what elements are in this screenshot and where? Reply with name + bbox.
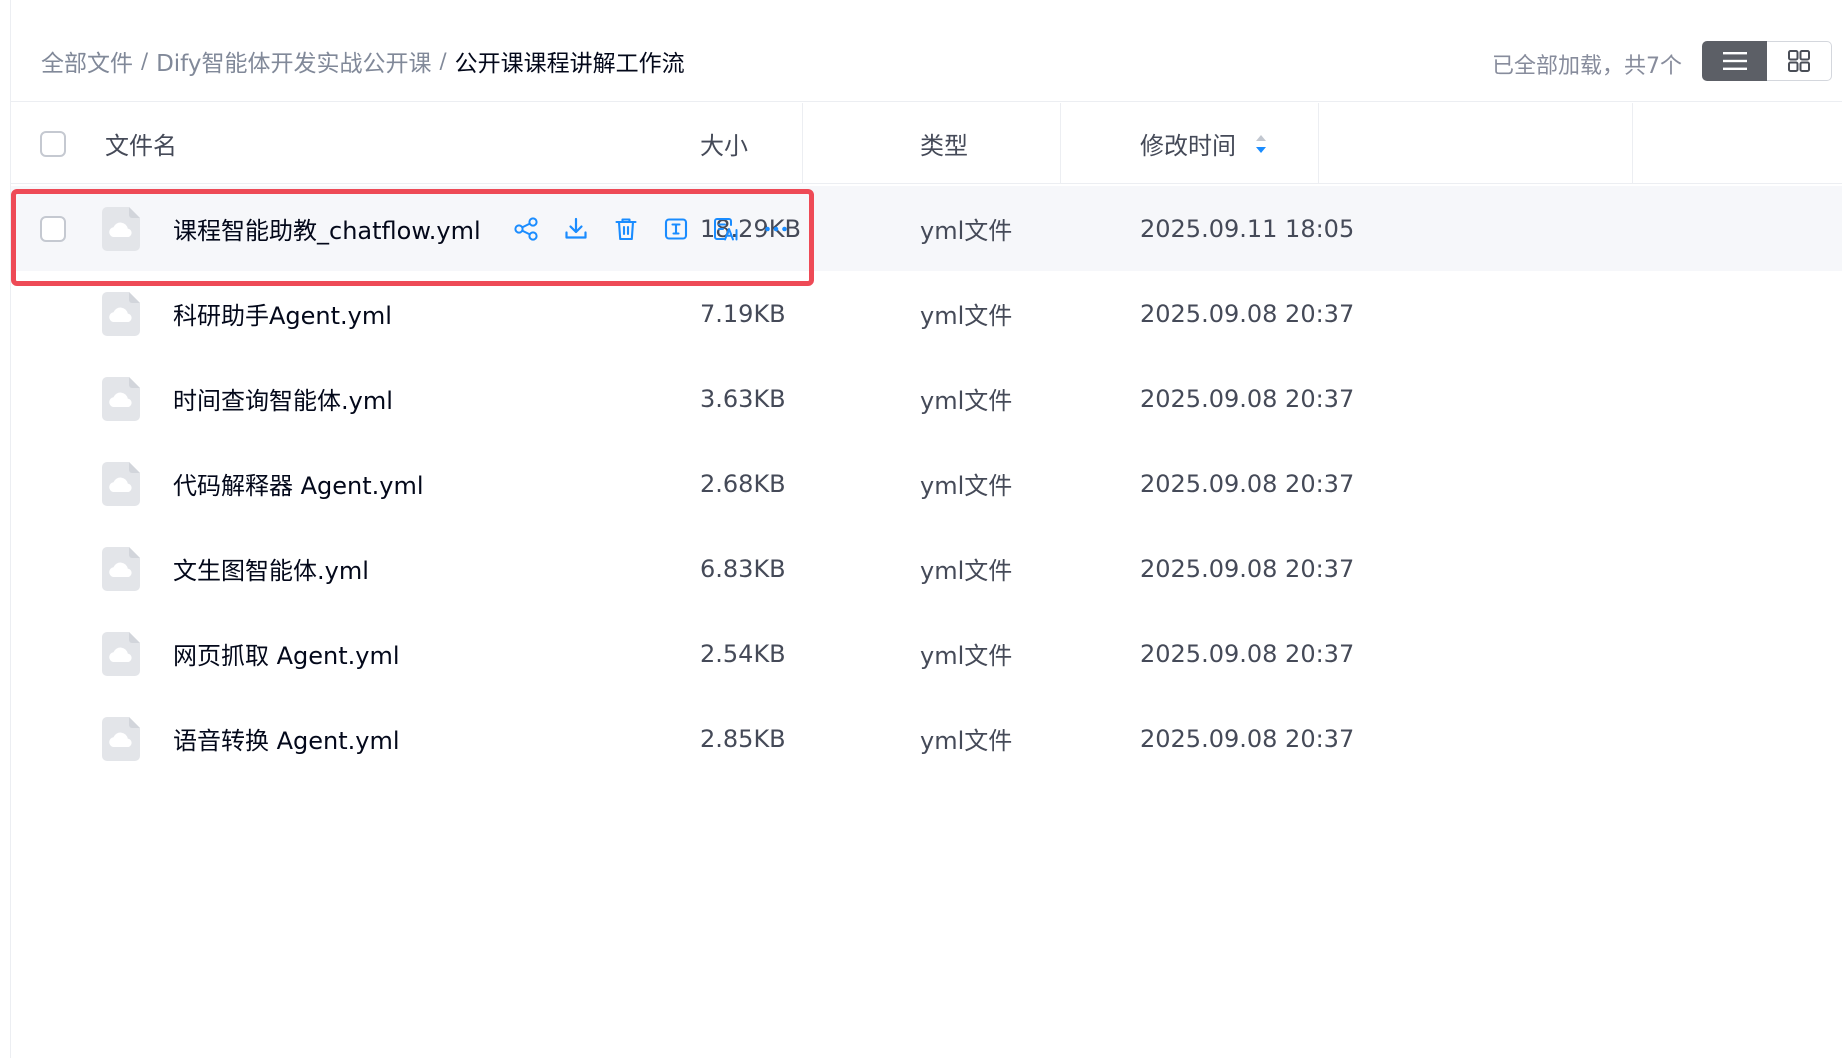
select-all-checkbox[interactable] <box>40 130 66 157</box>
file-size: 2.68KB <box>700 469 786 498</box>
file-name[interactable]: 语音转换 Agent.yml <box>173 696 400 781</box>
file-icon-cell <box>102 526 140 611</box>
file-modified: 2025.09.08 20:37 <box>1140 639 1355 668</box>
row-select-cell <box>40 186 66 271</box>
breadcrumb: 全部文件 / Dify智能体开发实战公开课 / 公开课课程讲解工作流 <box>41 44 685 78</box>
cloud-file-icon <box>102 376 140 421</box>
table-header: 文件名 大小 类型 修改时间 <box>11 103 1842 184</box>
column-divider <box>802 103 803 184</box>
file-icon-cell <box>102 696 140 781</box>
table-row[interactable]: 网页抓取 Agent.yml 2.54KB yml文件 2025.09.08 2… <box>11 611 1842 696</box>
file-size: 2.54KB <box>700 639 786 668</box>
row-select-cell <box>40 696 66 781</box>
file-manager: 全部文件 / Dify智能体开发实战公开课 / 公开课课程讲解工作流 已全部加载… <box>0 0 1842 1058</box>
file-type: yml文件 <box>920 472 1013 500</box>
breadcrumb-current: 公开课课程讲解工作流 <box>454 51 685 77</box>
rename-icon <box>664 217 688 240</box>
row-select-cell <box>40 356 66 441</box>
file-name[interactable]: 科研助手Agent.yml <box>173 271 392 356</box>
file-modified: 2025.09.08 20:37 <box>1140 469 1355 498</box>
grid-view-button[interactable] <box>1767 41 1832 81</box>
download-icon <box>565 217 587 239</box>
file-modified: 2025.09.08 20:37 <box>1140 724 1355 753</box>
ai-summary-button[interactable] <box>701 209 751 249</box>
file-icon-cell <box>102 441 140 526</box>
header-modified-label: 修改时间 <box>1140 132 1236 160</box>
more-icon <box>765 226 787 231</box>
table-row[interactable]: 语音转换 Agent.yml 2.85KB yml文件 2025.09.08 2… <box>11 696 1842 781</box>
ai-summary-icon <box>714 217 738 240</box>
file-type: yml文件 <box>920 557 1013 585</box>
cloud-file-icon <box>102 206 140 251</box>
breadcrumb-separator: / <box>141 49 149 73</box>
cloud-file-icon <box>102 716 140 761</box>
file-type: yml文件 <box>920 642 1013 670</box>
row-select-cell <box>40 271 66 356</box>
file-name[interactable]: 代码解释器 Agent.yml <box>173 441 424 526</box>
table-row[interactable]: 代码解释器 Agent.yml 2.68KB yml文件 2025.09.08 … <box>11 441 1842 526</box>
file-modified: 2025.09.08 20:37 <box>1140 554 1355 583</box>
share-icon <box>514 216 538 241</box>
file-modified: 2025.09.08 20:37 <box>1140 299 1355 328</box>
file-size: 7.19KB <box>700 299 786 328</box>
list-view-button[interactable] <box>1702 41 1767 81</box>
table-row[interactable]: 科研助手Agent.yml 7.19KB yml文件 2025.09.08 20… <box>11 271 1842 356</box>
share-button[interactable] <box>501 209 551 249</box>
file-modified: 2025.09.11 18:05 <box>1140 214 1355 243</box>
file-name[interactable]: 课程智能助教_chatflow.yml <box>173 186 481 271</box>
cloud-file-icon <box>102 461 140 506</box>
cloud-file-icon <box>102 631 140 676</box>
file-icon-cell <box>102 186 140 271</box>
header-type[interactable]: 类型 <box>920 103 968 184</box>
column-divider <box>1318 103 1319 184</box>
file-size: 6.83KB <box>700 554 786 583</box>
select-all-cell <box>40 103 66 184</box>
file-type: yml文件 <box>920 727 1013 755</box>
load-status: 已全部加载，共7个 <box>1492 54 1682 79</box>
rename-button[interactable] <box>651 209 701 249</box>
download-button[interactable] <box>551 209 601 249</box>
file-name[interactable]: 时间查询智能体.yml <box>173 356 393 441</box>
file-size: 3.63KB <box>700 384 786 413</box>
file-icon-cell <box>102 271 140 356</box>
column-divider <box>1060 103 1061 184</box>
row-actions <box>501 186 801 271</box>
file-size: 2.85KB <box>700 724 786 753</box>
table-row[interactable]: 课程智能助教_chatflow.yml 18.29KB yml文件 2025.0… <box>11 186 1842 271</box>
file-icon-cell <box>102 356 140 441</box>
file-modified: 2025.09.08 20:37 <box>1140 384 1355 413</box>
row-checkbox[interactable] <box>40 215 66 242</box>
breadcrumb-separator: / <box>439 49 447 73</box>
column-divider <box>1632 103 1633 184</box>
row-select-cell <box>40 441 66 526</box>
delete-button[interactable] <box>601 209 651 249</box>
file-type: yml文件 <box>920 387 1013 415</box>
breadcrumb-root[interactable]: 全部文件 <box>41 44 133 78</box>
header-size[interactable]: 大小 <box>700 103 748 184</box>
breadcrumb-folder[interactable]: Dify智能体开发实战公开课 <box>156 44 431 78</box>
view-toggle <box>1702 41 1832 81</box>
delete-icon <box>615 217 637 240</box>
more-button[interactable] <box>751 209 801 249</box>
sort-caret-icon[interactable] <box>1254 132 1268 156</box>
grid-view-icon <box>1788 50 1810 72</box>
cloud-file-icon <box>102 291 140 336</box>
row-select-cell <box>40 611 66 696</box>
table-row[interactable]: 文生图智能体.yml 6.83KB yml文件 2025.09.08 20:37 <box>11 526 1842 611</box>
file-name[interactable]: 文生图智能体.yml <box>173 526 369 611</box>
header-name[interactable]: 文件名 <box>105 103 177 184</box>
table-row[interactable]: 时间查询智能体.yml 3.63KB yml文件 2025.09.08 20:3… <box>11 356 1842 441</box>
file-type: yml文件 <box>920 217 1013 245</box>
header-modified[interactable]: 修改时间 <box>1140 103 1268 184</box>
list-view-icon <box>1722 52 1747 70</box>
file-icon-cell <box>102 611 140 696</box>
file-name[interactable]: 网页抓取 Agent.yml <box>173 611 400 696</box>
row-select-cell <box>40 526 66 611</box>
top-bar: 全部文件 / Dify智能体开发实战公开课 / 公开课课程讲解工作流 已全部加载… <box>11 0 1842 102</box>
file-type: yml文件 <box>920 302 1013 330</box>
cloud-file-icon <box>102 546 140 591</box>
